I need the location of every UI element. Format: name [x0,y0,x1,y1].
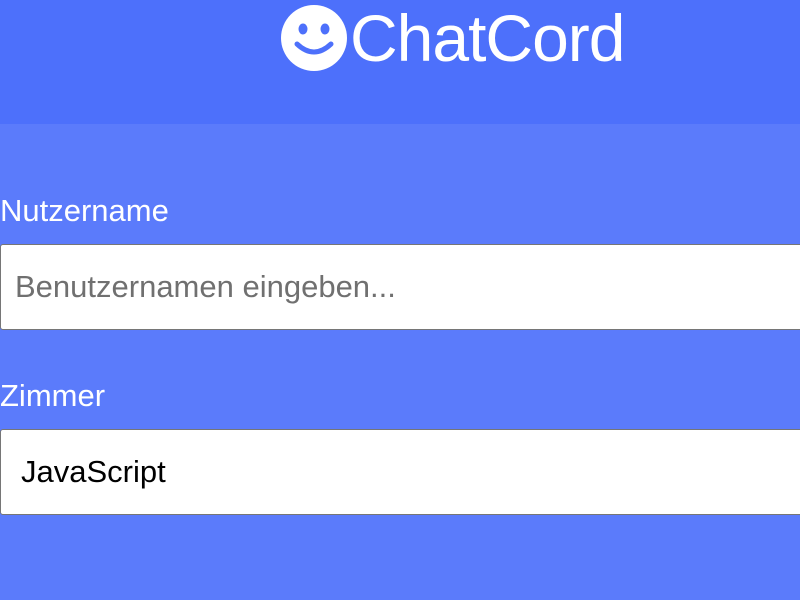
app-title: ChatCord [350,1,625,75]
room-select[interactable]: JavaScript [0,429,800,515]
room-label: Zimmer [0,378,106,413]
smile-icon [281,5,347,71]
room-select-value: JavaScript [21,454,166,489]
username-label: Nutzername [0,193,169,228]
username-input[interactable] [0,244,800,330]
app-header: ChatCord [0,0,800,124]
brand: ChatCord [280,1,625,75]
